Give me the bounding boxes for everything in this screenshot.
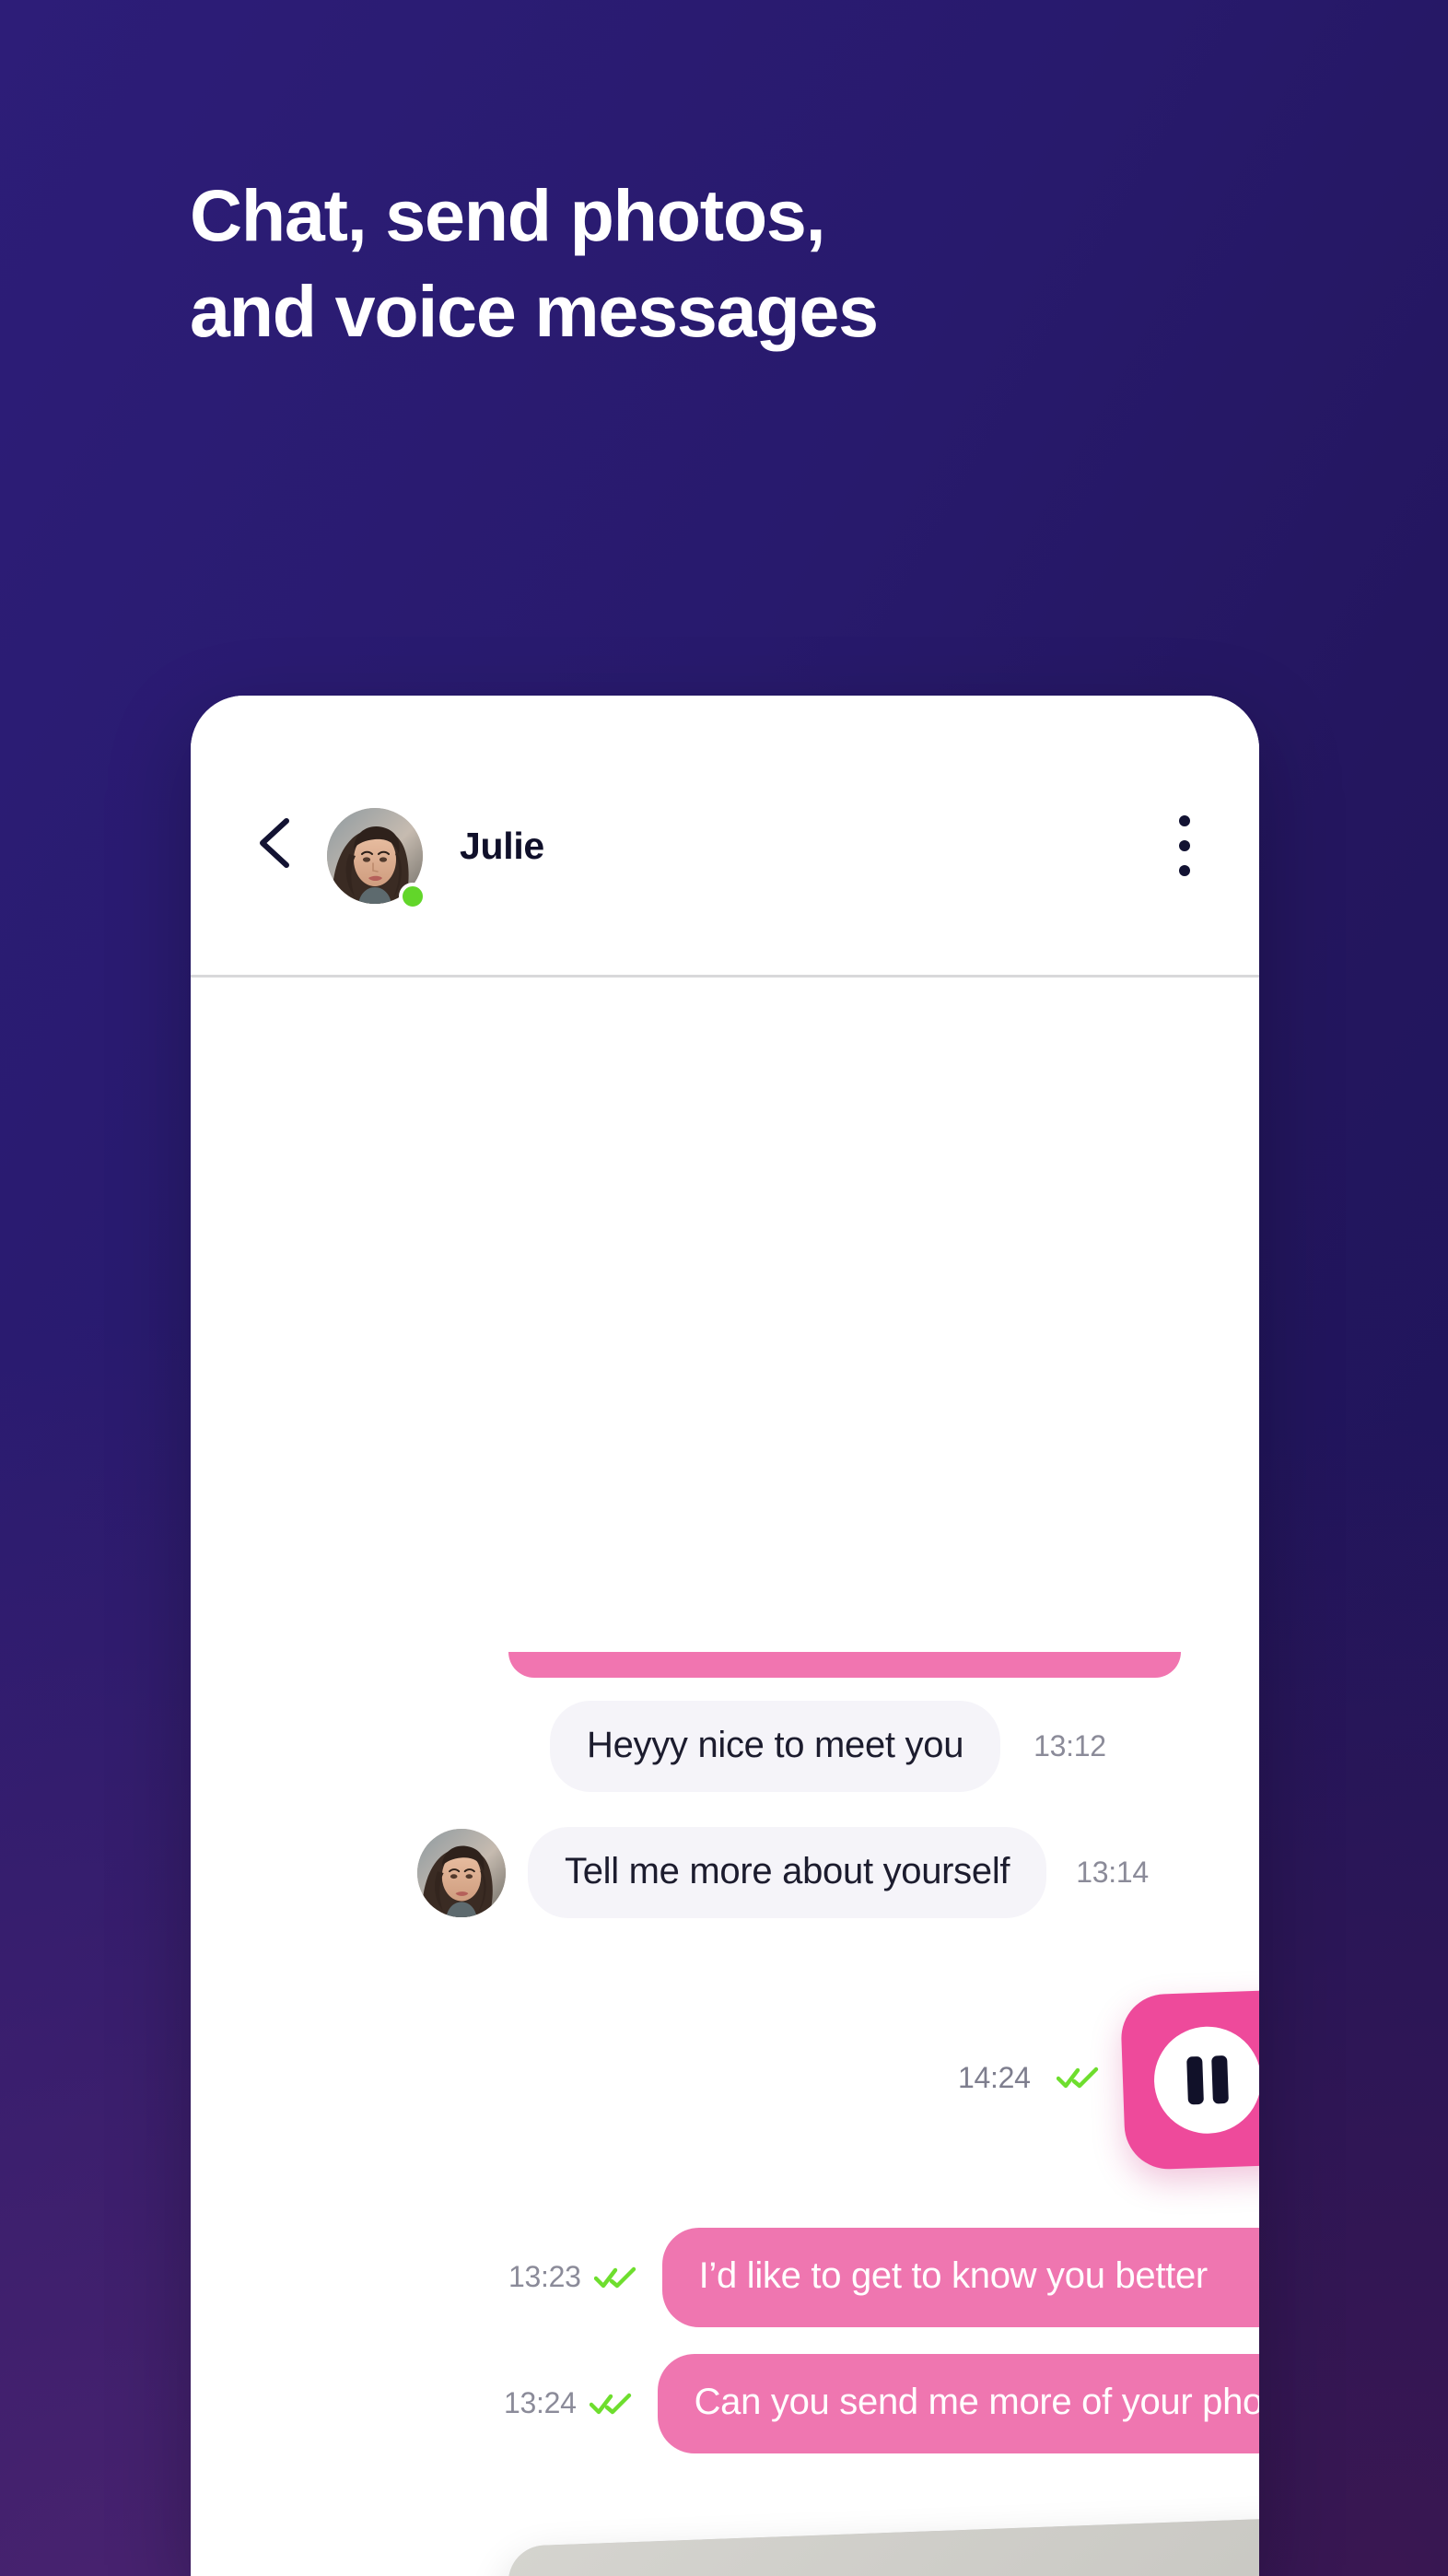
kebab-menu-icon bbox=[1179, 865, 1190, 876]
incoming-message-bubble[interactable]: Tell me more about yourself bbox=[528, 1827, 1047, 1918]
partial-message-bubble bbox=[508, 1652, 1181, 1678]
incoming-message-bubble[interactable]: Heyyy nice to meet you bbox=[550, 1701, 1001, 1792]
message-row: Heyyy nice to meet you 13:12 bbox=[550, 1701, 1106, 1792]
overflow-menu-button[interactable] bbox=[1176, 815, 1193, 876]
read-receipt-double-check-icon bbox=[589, 2393, 631, 2414]
message-timestamp: 13:24 bbox=[504, 2386, 577, 2420]
pause-icon bbox=[1210, 2055, 1229, 2104]
avatar[interactable] bbox=[417, 1828, 506, 1917]
headline-line-2: and voice messages bbox=[190, 270, 879, 353]
message-timestamp: 13:23 bbox=[508, 2260, 581, 2294]
read-receipt-double-check-icon bbox=[593, 2266, 636, 2288]
contact-avatar-image bbox=[417, 1828, 506, 1917]
message-row: 13:23 I’d like to get to know you better bbox=[508, 2228, 1259, 2327]
message-row: Tell me more about yourself 13:14 bbox=[417, 1827, 1149, 1918]
pause-button[interactable] bbox=[1151, 2024, 1259, 2136]
online-status-dot bbox=[399, 883, 426, 910]
message-timestamp: 13:12 bbox=[1033, 1729, 1106, 1762]
voice-message-bubble[interactable]: 0:10 bbox=[1119, 1985, 1259, 2171]
kebab-menu-icon bbox=[1179, 815, 1190, 826]
chat-header: Julie bbox=[191, 696, 1259, 978]
outgoing-message-bubble[interactable]: I’d like to get to know you better bbox=[661, 2228, 1259, 2327]
phone-mockup: Julie Heyyy nice to meet you 13:12 Tell … bbox=[191, 696, 1259, 2576]
back-button[interactable] bbox=[250, 815, 299, 871]
message-timestamp: 13:14 bbox=[1076, 1856, 1149, 1889]
chevron-left-icon bbox=[260, 818, 289, 868]
contact-name: Julie bbox=[460, 825, 544, 867]
pause-icon bbox=[1185, 2055, 1204, 2105]
message-timestamp: 14:24 bbox=[958, 2060, 1031, 2094]
header-divider bbox=[191, 975, 1259, 978]
message-row: 13:24 Can you send me more of your photo… bbox=[504, 2354, 1259, 2453]
voice-message-row: 14:24 0:10 bbox=[958, 1985, 1259, 2171]
page-title: Chat, send photos, and voice messages bbox=[190, 168, 1249, 360]
kebab-menu-icon bbox=[1179, 840, 1190, 851]
headline-line-1: Chat, send photos, bbox=[190, 174, 826, 256]
read-receipt-double-check-icon bbox=[1056, 2067, 1098, 2089]
outgoing-message-bubble[interactable]: Can you send me more of your photos? bbox=[657, 2354, 1259, 2453]
photo-message-image bbox=[507, 2512, 1259, 2576]
photo-message[interactable] bbox=[507, 2512, 1259, 2576]
